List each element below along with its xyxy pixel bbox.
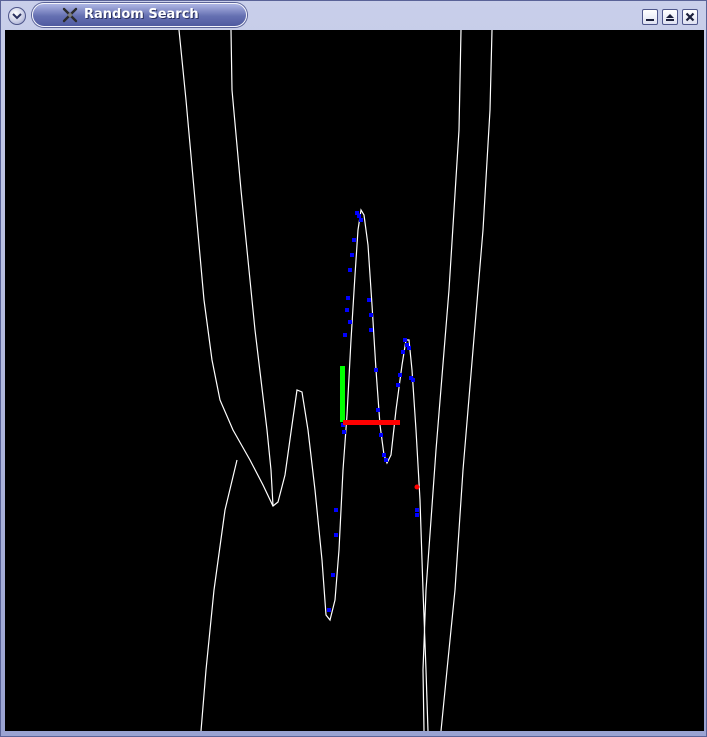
maximize-icon: [666, 14, 674, 21]
maximize-button[interactable]: [662, 9, 678, 25]
sample-point: [379, 433, 383, 437]
sample-point: [415, 513, 419, 517]
function-curve-right-inner: [422, 30, 462, 731]
function-curve-left-branch: [230, 30, 274, 507]
sample-point: [350, 253, 354, 257]
sample-point: [357, 214, 361, 218]
sample-point: [396, 383, 400, 387]
minimize-icon: [646, 19, 654, 21]
sample-point: [369, 313, 373, 317]
sample-point: [342, 430, 346, 434]
sample-point: [367, 298, 371, 302]
sample-point: [343, 333, 347, 337]
sample-point: [407, 346, 411, 350]
sample-point: [398, 373, 402, 377]
close-icon: [685, 12, 695, 22]
sample-point: [359, 218, 363, 222]
minimize-button[interactable]: [642, 9, 658, 25]
y-axis-marker: [340, 366, 345, 422]
sample-point: [376, 408, 380, 412]
wrench-icon: [62, 7, 78, 23]
x-axis-marker: [343, 420, 400, 425]
sample-point: [345, 308, 349, 312]
sample-point: [334, 508, 338, 512]
plot-canvas[interactable]: [5, 30, 704, 731]
title-bar[interactable]: Random Search: [1, 1, 706, 29]
sample-point: [346, 296, 350, 300]
sample-point: [352, 238, 356, 242]
sample-point: [369, 328, 373, 332]
sample-point: [382, 453, 386, 457]
sample-point: [415, 508, 419, 512]
sample-point: [411, 378, 415, 382]
function-plot: [178, 30, 493, 731]
function-curve: [178, 30, 429, 731]
best-point: [414, 484, 420, 490]
sample-point: [327, 608, 331, 612]
sample-point: [348, 320, 352, 324]
sample-point: [374, 368, 378, 372]
chevron-down-icon: [12, 13, 22, 20]
sample-point: [334, 533, 338, 537]
window-menu-button[interactable]: [8, 7, 26, 25]
sample-point: [348, 268, 352, 272]
sample-point: [401, 350, 405, 354]
app-window: Random Search: [0, 0, 707, 737]
function-curve-left-lower: [200, 459, 238, 731]
sample-point: [403, 338, 407, 342]
sample-point: [331, 573, 335, 577]
close-button[interactable]: [682, 9, 698, 25]
title-pill[interactable]: Random Search: [32, 3, 247, 27]
sample-point: [384, 458, 388, 462]
window-title: Random Search: [84, 7, 199, 22]
function-curve-right-branch: [440, 30, 493, 731]
